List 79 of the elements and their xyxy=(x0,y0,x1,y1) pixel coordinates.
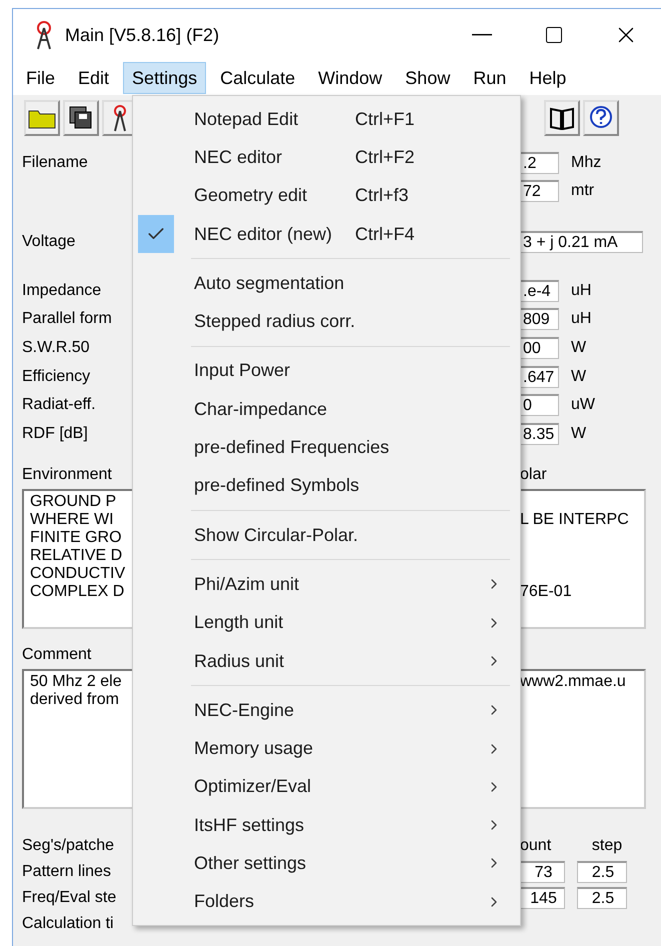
field-label: Freq/Eval ste xyxy=(22,889,116,907)
book-icon xyxy=(549,106,575,130)
column-label: step xyxy=(590,837,624,855)
section-label: Comment xyxy=(22,646,92,664)
count-field[interactable]: 145 xyxy=(520,887,565,909)
menu-item[interactable]: Help xyxy=(520,62,576,94)
value-field[interactable]: .2 xyxy=(520,152,559,174)
menu-option[interactable]: Char-impedance xyxy=(136,390,520,428)
menu-option[interactable]: Folders xyxy=(136,882,520,921)
menu-option[interactable]: pre-defined Symbols xyxy=(136,466,520,505)
field-label: Voltage xyxy=(22,233,76,251)
menu-option[interactable]: Stepped radius corr. xyxy=(136,302,520,341)
value-field[interactable]: .e-4 xyxy=(520,280,559,302)
count-field[interactable]: 73 xyxy=(520,861,565,883)
field-label: Efficiency xyxy=(22,368,90,386)
section-label: olar xyxy=(520,466,547,484)
book-button[interactable] xyxy=(544,100,580,136)
menu-item[interactable]: Settings xyxy=(123,62,206,94)
open-folder-button[interactable] xyxy=(24,100,60,136)
save-all-button[interactable] xyxy=(63,100,99,136)
value-field[interactable]: 72 xyxy=(520,180,559,202)
menu-option[interactable]: Length unit xyxy=(136,604,520,642)
menu-option[interactable]: pre-defined Frequencies xyxy=(136,428,520,467)
menu-option[interactable]: Phi/Azim unit xyxy=(136,565,520,604)
unit-label: W xyxy=(571,339,586,357)
field-label: Parallel form xyxy=(22,310,112,328)
menu-item[interactable]: Calculate xyxy=(211,62,304,94)
unit-label: W xyxy=(571,425,586,443)
menu-option[interactable]: Notepad Edit Ctrl+F1 xyxy=(136,100,520,138)
unit-label: uW xyxy=(571,396,595,414)
menu-option[interactable]: NEC editor Ctrl+F2 xyxy=(136,138,520,177)
menu-option[interactable]: Radius unit xyxy=(136,642,520,680)
field-label: RDF [dB] xyxy=(22,425,88,443)
field-label: Seg's/patche xyxy=(22,837,114,855)
field-label: Radiat-eff. xyxy=(22,396,96,414)
text-area[interactable]: 50 Mhz 2 ele derived from xyxy=(22,669,132,809)
unit-label: Mhz xyxy=(571,154,602,172)
maximize-icon xyxy=(544,25,564,45)
minimize-icon xyxy=(472,34,492,36)
menu-option[interactable]: Geometry edit Ctrl+f3 xyxy=(136,176,520,215)
help-icon xyxy=(588,105,614,131)
value-field[interactable]: .647 xyxy=(520,366,559,388)
field-label: Calculation ti xyxy=(22,915,114,933)
menu-item[interactable]: Window xyxy=(309,62,392,94)
unit-label: mtr xyxy=(571,182,594,200)
field-label: Filename xyxy=(22,154,88,172)
menu-item[interactable]: Run xyxy=(464,62,516,94)
floppy-disks-icon xyxy=(69,106,93,130)
section-label: Environment xyxy=(22,466,112,484)
unit-label: uH xyxy=(571,282,592,300)
help-button[interactable] xyxy=(583,100,619,136)
menu-item[interactable]: Show xyxy=(396,62,460,94)
field-label: Impedance xyxy=(22,282,102,300)
menu-option[interactable]: ItsHF settings xyxy=(136,806,520,844)
text-area[interactable]: GROUND P WHERE WI FINITE GRO RELATIVE D CONDUCTIV COMPLEX D xyxy=(22,489,132,629)
window-title: Main [V5.8.16] (F2) xyxy=(65,24,220,46)
step-field[interactable]: 2.5 xyxy=(577,887,627,909)
column-label: ount xyxy=(520,837,552,855)
value-field[interactable]: 0 xyxy=(520,394,559,416)
menu-option[interactable]: Memory usage xyxy=(136,729,520,768)
menu-item[interactable]: Edit xyxy=(69,62,118,94)
text-area[interactable]: www2.mmae.u xyxy=(520,669,646,809)
field-label: S.W.R.50 xyxy=(22,339,90,357)
unit-label: W xyxy=(571,368,586,386)
unit-label: uH xyxy=(571,310,592,328)
step-field[interactable]: 2.5 xyxy=(577,861,627,883)
value-field[interactable]: 3 + j 0.21 mA xyxy=(520,231,643,253)
menu-option[interactable]: Input Power xyxy=(136,352,520,390)
menu-option[interactable]: Auto segmentation xyxy=(136,264,520,302)
menu-option[interactable]: NEC editor (new) Ctrl+F4 xyxy=(136,214,520,254)
menu-option[interactable]: Other settings xyxy=(136,844,520,883)
field-label: Pattern lines xyxy=(22,863,111,881)
value-field[interactable]: 809 xyxy=(520,308,559,330)
value-field[interactable]: 00 xyxy=(520,337,559,359)
menu-option[interactable]: Optimizer/Eval xyxy=(136,768,520,806)
menu-option[interactable]: Show Circular-Polar. xyxy=(136,516,520,554)
menu-item[interactable]: File xyxy=(17,62,64,94)
menu-option[interactable]: NEC-Engine xyxy=(136,691,520,730)
value-field[interactable]: 8.35 xyxy=(520,423,559,445)
